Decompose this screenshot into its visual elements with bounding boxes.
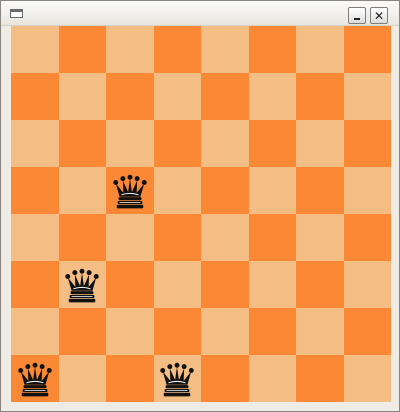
board-square[interactable] xyxy=(11,214,59,261)
board-square[interactable] xyxy=(58,26,106,73)
board-square[interactable] xyxy=(106,355,154,402)
board-square[interactable] xyxy=(201,120,249,167)
board-square[interactable] xyxy=(11,261,59,308)
board-square-with-queen[interactable] xyxy=(106,167,154,214)
board-square[interactable] xyxy=(58,73,106,120)
board-square[interactable] xyxy=(153,214,201,261)
board-square[interactable] xyxy=(248,308,296,355)
board-square[interactable] xyxy=(296,214,344,261)
board-square[interactable] xyxy=(248,73,296,120)
board-square[interactable] xyxy=(343,73,391,120)
board-square[interactable] xyxy=(153,73,201,120)
board-square[interactable] xyxy=(58,308,106,355)
board-square[interactable] xyxy=(106,120,154,167)
board-square[interactable] xyxy=(106,261,154,308)
board-square[interactable] xyxy=(201,73,249,120)
queen-icon xyxy=(18,362,52,396)
board-square[interactable] xyxy=(201,261,249,308)
board-square[interactable] xyxy=(153,26,201,73)
board-square[interactable] xyxy=(343,214,391,261)
board-square[interactable] xyxy=(248,355,296,402)
board-square[interactable] xyxy=(58,120,106,167)
board-square[interactable] xyxy=(11,73,59,120)
minimize-icon xyxy=(354,17,360,20)
board-square-with-queen[interactable] xyxy=(153,355,201,402)
board-square[interactable] xyxy=(248,261,296,308)
board-square[interactable] xyxy=(248,167,296,214)
board-square[interactable] xyxy=(106,214,154,261)
board-square[interactable] xyxy=(248,214,296,261)
board-square[interactable] xyxy=(58,167,106,214)
board-square[interactable] xyxy=(201,214,249,261)
board-square[interactable] xyxy=(58,355,106,402)
board-square[interactable] xyxy=(106,73,154,120)
board-square[interactable] xyxy=(296,167,344,214)
board-square[interactable] xyxy=(343,120,391,167)
board-square[interactable] xyxy=(153,308,201,355)
board-square[interactable] xyxy=(296,120,344,167)
board-square[interactable] xyxy=(296,26,344,73)
close-icon: ✕ xyxy=(373,8,385,23)
board-square-with-queen[interactable] xyxy=(58,261,106,308)
board-square[interactable] xyxy=(201,167,249,214)
board-square[interactable] xyxy=(248,120,296,167)
board-square[interactable] xyxy=(343,261,391,308)
window-icon[interactable] xyxy=(10,9,23,18)
board-square[interactable] xyxy=(11,308,59,355)
minimize-button[interactable] xyxy=(348,7,366,24)
board-square[interactable] xyxy=(343,26,391,73)
board-square[interactable] xyxy=(201,26,249,73)
board-square[interactable] xyxy=(296,261,344,308)
queen-icon xyxy=(113,174,147,208)
board-square[interactable] xyxy=(201,355,249,402)
board-square[interactable] xyxy=(106,26,154,73)
board-square[interactable] xyxy=(296,355,344,402)
board-square[interactable] xyxy=(343,355,391,402)
board-square[interactable] xyxy=(11,167,59,214)
board-square[interactable] xyxy=(296,73,344,120)
board-square[interactable] xyxy=(343,167,391,214)
board-square[interactable] xyxy=(11,120,59,167)
chess-board xyxy=(11,26,391,402)
board-square[interactable] xyxy=(201,308,249,355)
queen-icon xyxy=(65,268,99,302)
board-square[interactable] xyxy=(11,26,59,73)
board-square[interactable] xyxy=(58,214,106,261)
board-square[interactable] xyxy=(153,261,201,308)
board-square[interactable] xyxy=(296,308,344,355)
board-square[interactable] xyxy=(153,120,201,167)
queen-icon xyxy=(160,362,194,396)
board-square[interactable] xyxy=(343,308,391,355)
close-button[interactable]: ✕ xyxy=(370,7,388,24)
board-square[interactable] xyxy=(106,308,154,355)
title-bar[interactable]: ✕ xyxy=(1,1,399,26)
board-square[interactable] xyxy=(248,26,296,73)
board-square-with-queen[interactable] xyxy=(11,355,59,402)
board-square[interactable] xyxy=(153,167,201,214)
app-window: ✕ xyxy=(0,0,400,412)
